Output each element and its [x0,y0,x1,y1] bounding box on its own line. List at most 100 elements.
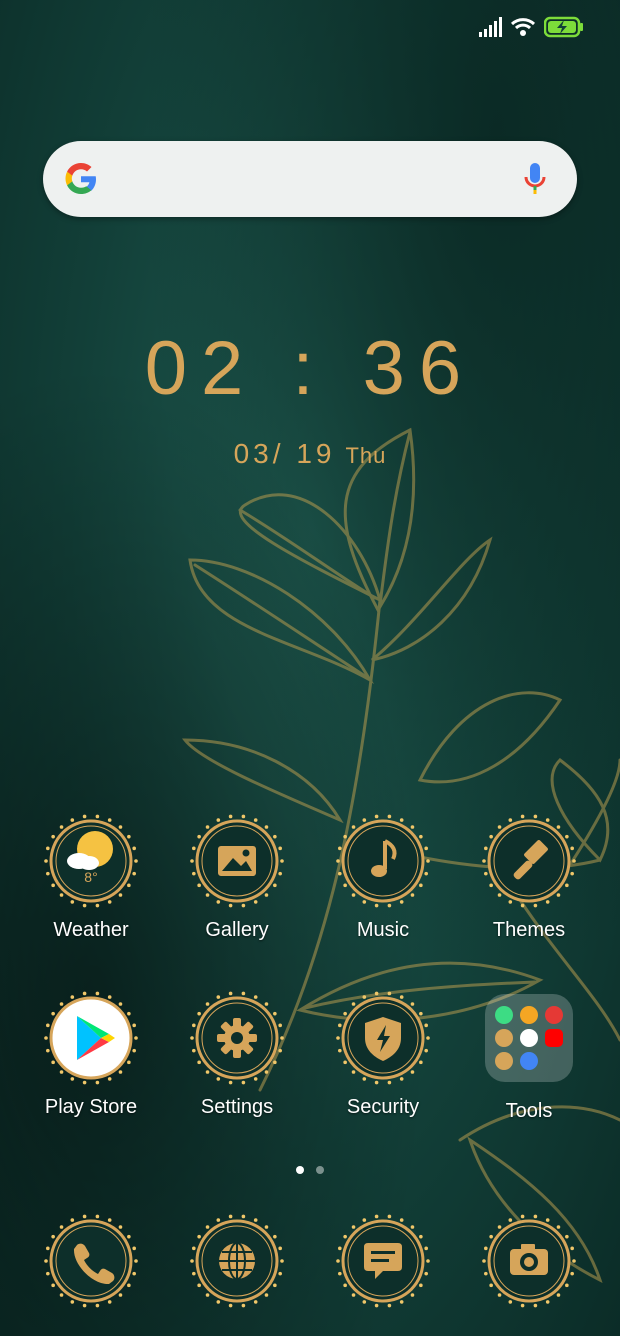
app-weather[interactable]: 8° Weather [21,813,161,942]
dock-browser[interactable] [167,1213,307,1309]
camera-icon [482,1214,576,1308]
medal-star [216,995,221,999]
medal-star [343,883,347,888]
medal-star [82,814,87,819]
folder-icon [485,994,573,1082]
medal-star [508,1300,513,1304]
google-search-bar[interactable] [43,141,577,217]
mini-app-icon [495,1029,513,1047]
medal-star [278,1023,282,1028]
medal-star [533,1303,538,1308]
medal-star [253,818,258,822]
medal-star [351,1002,356,1006]
medal-star [424,846,428,851]
medal-star [127,1234,131,1239]
medal-star [410,893,415,897]
medal-star [426,859,430,863]
medal-star [59,893,64,897]
medal-star [134,1036,138,1040]
medal-star [572,1259,576,1263]
medal-star [565,1283,569,1288]
medal-star [410,1225,415,1229]
medal-star [362,900,367,904]
medal-star [192,871,196,876]
medal-star [95,903,100,908]
clock-time[interactable]: 02 : 36 [0,325,620,412]
medal-star [424,871,428,876]
medal-star [556,1293,561,1297]
medal-star [216,1300,221,1304]
medal-star [82,903,87,908]
medal-star [70,1218,75,1222]
mini-app-icon [495,1006,513,1024]
medal-star [278,1271,282,1276]
medal-star [241,1303,246,1308]
medal-star [132,1271,136,1276]
medal-star [95,1080,100,1085]
app-music[interactable]: Music [313,813,453,942]
medal-star [424,1023,428,1028]
app-themes[interactable]: Themes [459,813,599,942]
medal-star [132,1246,136,1251]
medal-star [424,1271,428,1276]
medal-star [351,893,356,897]
medal-star [278,1246,282,1251]
app-play-store[interactable]: Play Store [21,990,161,1119]
medal-star [197,1234,201,1239]
medal-star [374,814,379,819]
app-settings[interactable]: Settings [167,990,307,1119]
medal-star [127,1283,131,1288]
medal-star [192,1246,196,1251]
medal-star [419,834,423,839]
globe-icon [190,1214,284,1308]
medal-star [565,834,569,839]
medal-star [107,1077,112,1081]
app-security[interactable]: Security [313,990,453,1119]
medal-star [343,1060,347,1065]
folder-tools[interactable]: Tools [459,990,599,1123]
medal-star [51,1011,55,1016]
medal-star [419,1234,423,1239]
medal-star [190,1259,194,1263]
medal-star [280,1036,284,1040]
medal-star [533,814,538,819]
medal-star [545,1218,550,1222]
music-note-icon [336,814,430,908]
medal-star [118,893,123,897]
wifi-icon [510,18,536,36]
medal-star [489,1234,493,1239]
medal-star [118,1002,123,1006]
medal-star [253,1300,258,1304]
medal-star [387,1303,392,1308]
medal-star [241,1080,246,1085]
medal-star [419,1060,423,1065]
medal-star [59,825,64,829]
medal-star [410,1293,415,1297]
medal-star [399,1218,404,1222]
app-gallery[interactable]: Gallery [167,813,307,942]
dock-camera[interactable] [459,1213,599,1309]
medal-star [107,1300,112,1304]
medal-star [351,1225,356,1229]
medal-star [426,1036,430,1040]
medal-star [82,1080,87,1085]
page-dot[interactable] [316,1166,324,1174]
medal-star [410,1002,415,1006]
medal-star [374,991,379,996]
medal-star [216,900,221,904]
dock-phone[interactable] [21,1213,161,1309]
medal-star [387,814,392,819]
medal-star [508,818,513,822]
medal-star [228,1214,233,1219]
medal-star [362,818,367,822]
mini-app-icon [545,1029,563,1047]
microphone-icon[interactable] [523,162,547,196]
medal-star [192,1048,196,1053]
medal-star [228,814,233,819]
medal-star [545,900,550,904]
page-dot-active[interactable] [296,1166,304,1174]
medal-star [338,846,342,851]
dock-messages[interactable] [313,1213,453,1309]
medal-star [59,1002,64,1006]
medal-star [387,1080,392,1085]
